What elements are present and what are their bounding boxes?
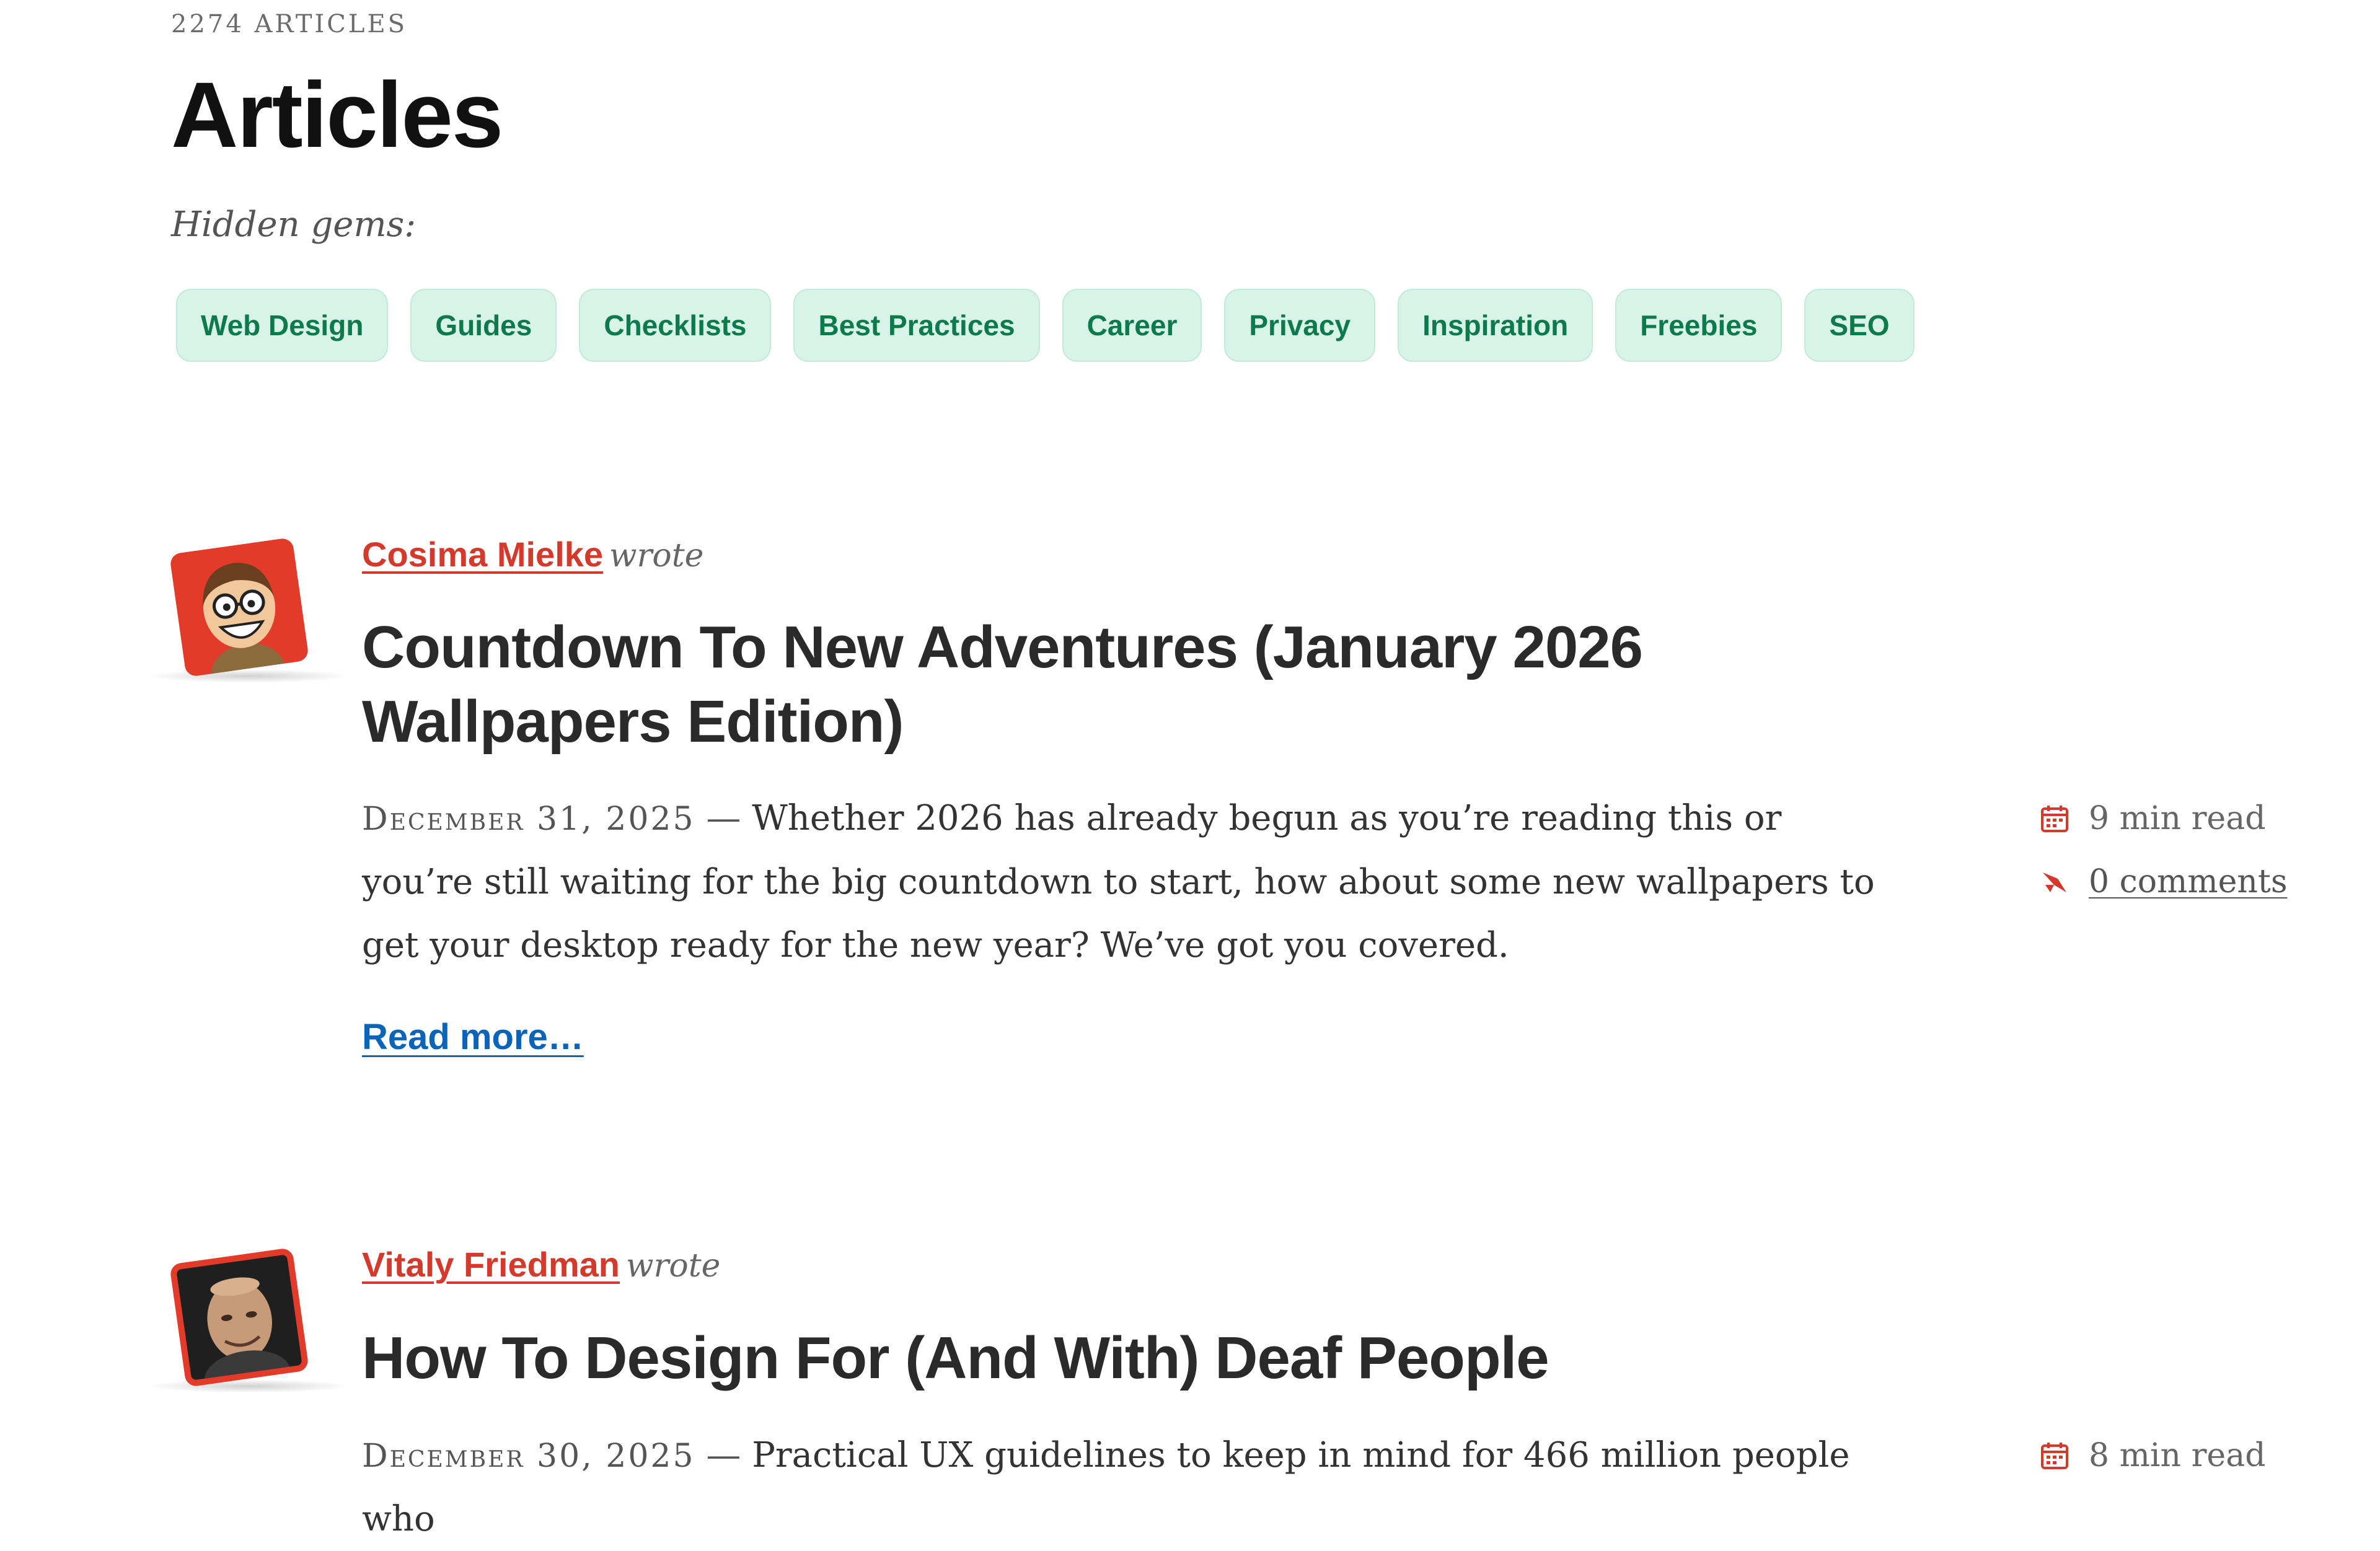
read-time-text: 9 min read (2089, 800, 2266, 837)
article-meta: 9 min read 0 comments (2039, 787, 2288, 913)
byline: Vitaly Friedman wrote (362, 1244, 720, 1285)
cartoon-portrait-icon (169, 537, 309, 677)
wrote-label: wrote (626, 1247, 721, 1285)
author-avatar[interactable] (146, 1247, 351, 1393)
author-link[interactable]: Vitaly Friedman (362, 1245, 620, 1284)
article-date: December 31, 2025 (362, 801, 695, 838)
tag-chips: Web Design Guides Checklists Best Practi… (176, 289, 1915, 362)
comments: 0 comments (2039, 850, 2288, 913)
byline: Cosima Mielke wrote (362, 534, 703, 575)
photo-portrait-icon (176, 1254, 302, 1387)
chip-freebies[interactable]: Freebies (1615, 289, 1783, 362)
article-count: 2274 ARTICLES (171, 10, 408, 38)
hidden-gems-label: Hidden gems: (171, 204, 416, 245)
author-link[interactable]: Cosima Mielke (362, 535, 603, 574)
calendar-icon (2039, 1440, 2070, 1471)
article-meta: 8 min read (2039, 1424, 2266, 1487)
read-time: 9 min read (2039, 787, 2288, 850)
read-time: 8 min read (2039, 1424, 2266, 1487)
article-title[interactable]: How To Design For (And With) Deaf People (362, 1321, 1911, 1395)
chip-guides[interactable]: Guides (410, 289, 557, 362)
chip-seo[interactable]: SEO (1804, 289, 1915, 362)
wrote-label: wrote (609, 537, 704, 574)
comments-link[interactable]: 0 comments (2089, 863, 2288, 900)
separator-dash: — (706, 1435, 741, 1475)
article-title[interactable]: Countdown To New Adventures (January 202… (362, 610, 1911, 759)
comment-icon (2039, 866, 2070, 897)
separator-dash: — (706, 798, 741, 838)
chip-best-practices[interactable]: Best Practices (793, 289, 1040, 362)
author-avatar[interactable] (146, 537, 351, 683)
chip-checklists[interactable]: Checklists (579, 289, 772, 362)
page-title: Articles (171, 63, 503, 167)
chip-web-design[interactable]: Web Design (176, 289, 389, 362)
chip-privacy[interactable]: Privacy (1224, 289, 1376, 362)
calendar-icon (2039, 803, 2070, 834)
article-excerpt: December 30, 2025 — Practical UX guideli… (362, 1424, 1893, 1551)
article-date: December 30, 2025 (362, 1438, 695, 1475)
chip-inspiration[interactable]: Inspiration (1398, 289, 1593, 362)
article-excerpt: December 31, 2025 — Whether 2026 has alr… (362, 787, 1893, 977)
read-more-link[interactable]: Read more… (362, 1016, 584, 1058)
chip-career[interactable]: Career (1062, 289, 1202, 362)
read-time-text: 8 min read (2089, 1437, 2266, 1474)
